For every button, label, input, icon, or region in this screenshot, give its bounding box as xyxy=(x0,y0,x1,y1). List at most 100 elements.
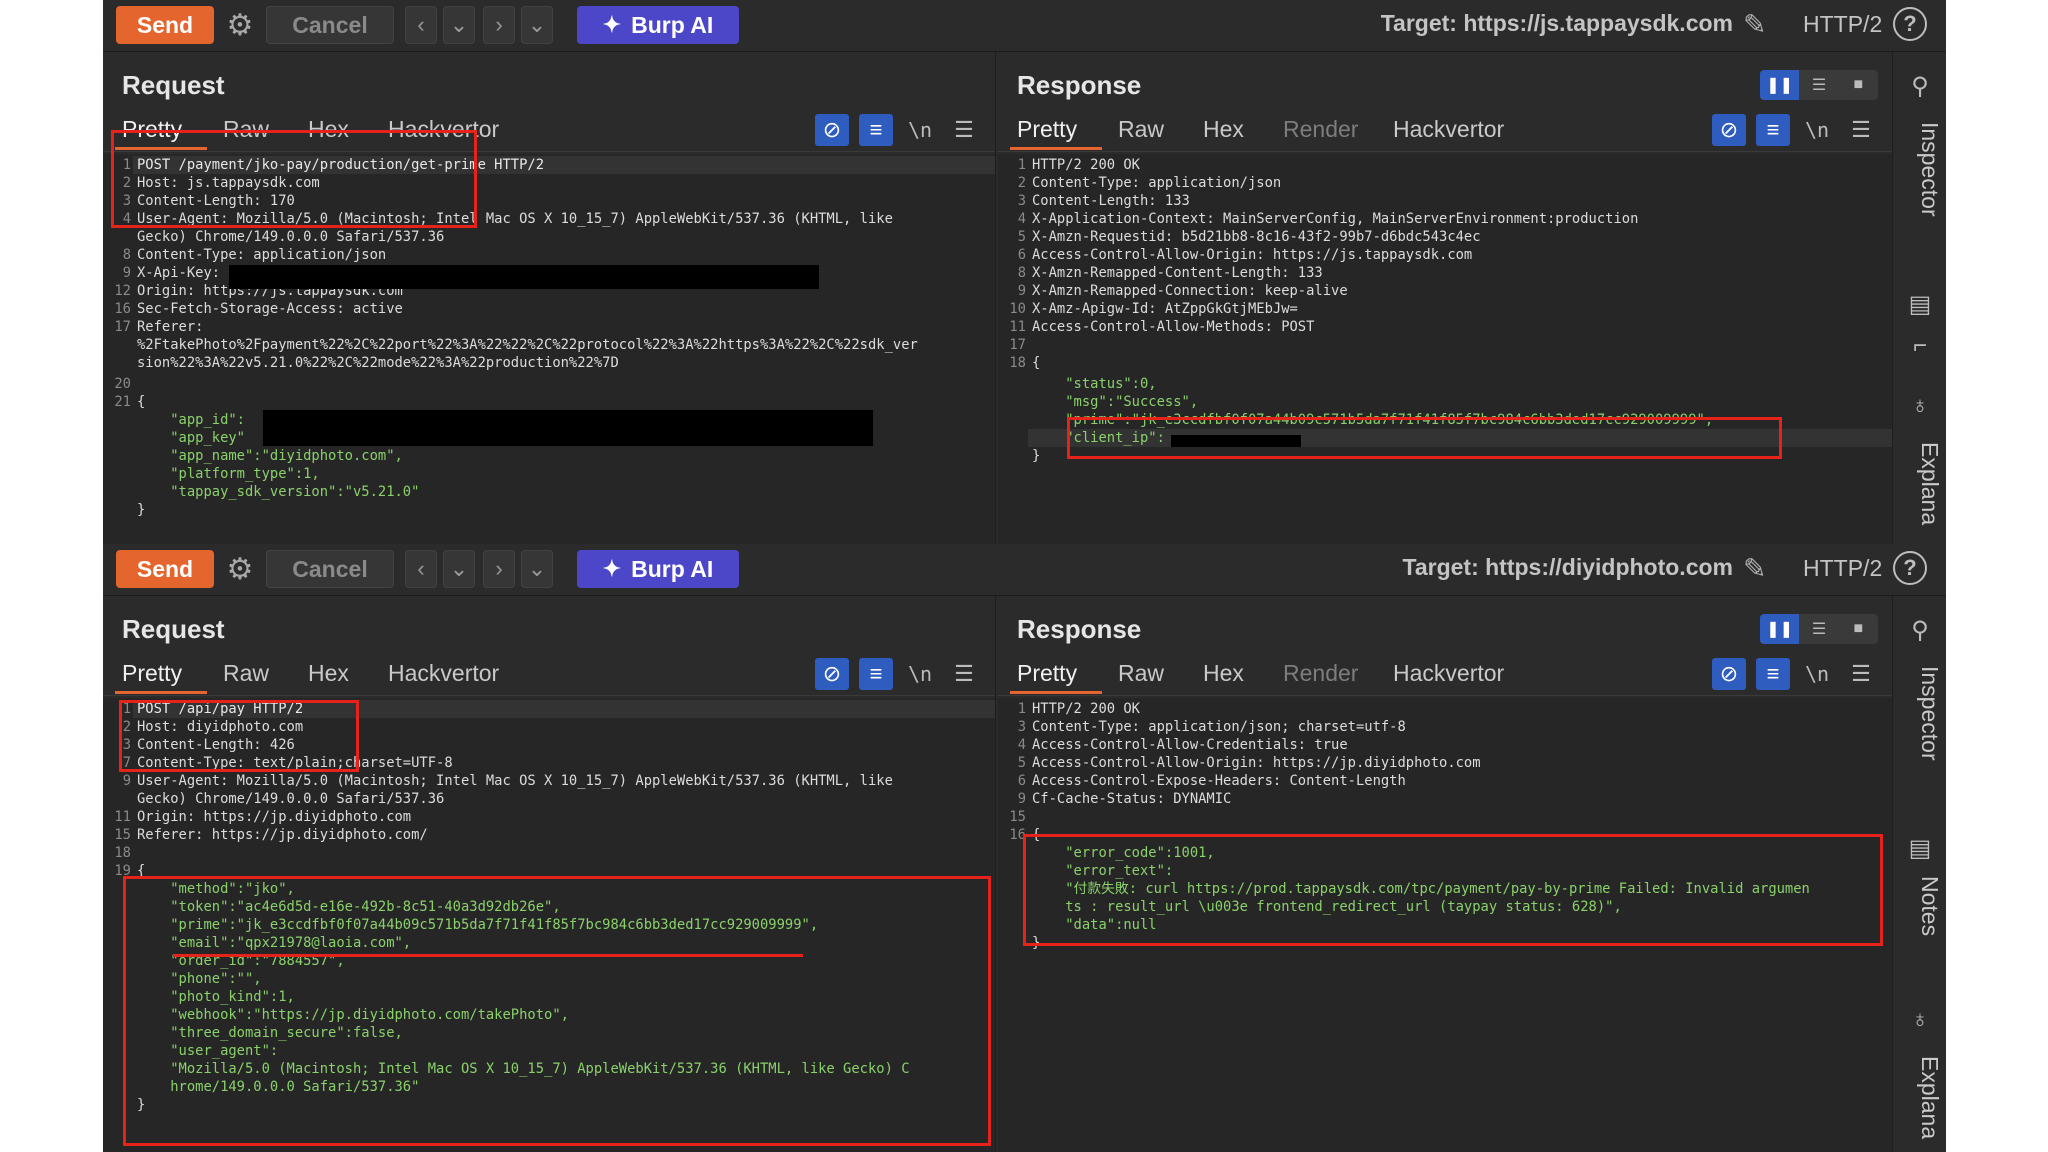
send-button[interactable]: Send xyxy=(116,6,214,44)
line-number: 8 xyxy=(122,247,131,263)
tab-hex[interactable]: Hex xyxy=(1203,116,1244,143)
explain-tab[interactable]: Explana xyxy=(1897,1056,1943,1152)
inspector-tab[interactable]: Inspector xyxy=(1897,666,1943,786)
hide-nonprint-icon[interactable]: ⊘ xyxy=(1712,658,1746,690)
pencil-icon[interactable]: ✎ xyxy=(1743,8,1777,42)
tab-raw[interactable]: Raw xyxy=(1118,116,1164,143)
lightbulb-icon[interactable]: ♁ xyxy=(1905,392,1935,422)
tab-hex[interactable]: Hex xyxy=(1203,660,1244,687)
highlight-box xyxy=(111,130,477,228)
split-rows-icon[interactable]: ☰ xyxy=(1799,70,1839,100)
newline-icon[interactable]: \n xyxy=(1800,658,1834,690)
hide-nonprint-icon[interactable]: ⊘ xyxy=(1712,114,1746,146)
help-icon[interactable]: ? xyxy=(1893,7,1927,41)
gear-icon[interactable]: ⚙ xyxy=(221,6,259,44)
burp-ai-label: Burp AI xyxy=(631,555,714,582)
notes-tab-truncated[interactable]: ⌐ xyxy=(1905,332,1935,362)
tab-raw[interactable]: Raw xyxy=(223,660,269,687)
menu-icon[interactable]: ☰ xyxy=(1844,114,1878,146)
tab-pretty[interactable]: Pretty xyxy=(122,660,182,687)
cancel-button[interactable]: Cancel xyxy=(266,6,394,44)
tab-hackvertor[interactable]: Hackvertor xyxy=(1393,116,1504,143)
back-arrow-icon[interactable]: ‹ xyxy=(405,6,437,44)
inspector-icon[interactable]: ⚲ xyxy=(1905,616,1935,646)
http-version-label[interactable]: HTTP/2 xyxy=(1803,555,1882,582)
highlight-box xyxy=(1023,834,1883,946)
active-tab-indicator xyxy=(115,691,207,694)
line-number: 6 xyxy=(1017,773,1026,789)
line-text: } xyxy=(137,502,146,518)
newline-icon[interactable]: \n xyxy=(1800,114,1834,146)
tab-hex[interactable]: Hex xyxy=(308,660,349,687)
tab-raw[interactable]: Raw xyxy=(1118,660,1164,687)
line-text: Content-Type: application/json; charset=… xyxy=(1032,719,1406,735)
word-wrap-icon[interactable]: ≡ xyxy=(1756,114,1790,146)
lightbulb-icon[interactable]: ♁ xyxy=(1905,1006,1935,1036)
notes-icon[interactable]: ▤ xyxy=(1905,290,1935,320)
burp-repeater-window: Send ⚙ Cancel ‹ ⌄ › ⌄ ✦ Burp AI Target: h… xyxy=(103,0,1946,1152)
target-label[interactable]: Target: https://diyidphoto.com xyxy=(1333,554,1734,581)
line-number: 9 xyxy=(122,773,131,789)
hide-nonprint-icon[interactable]: ⊘ xyxy=(815,658,849,690)
highlight-box xyxy=(119,700,359,772)
tab-hackvertor[interactable]: Hackvertor xyxy=(388,660,499,687)
repeater-toolbar: Send ⚙ Cancel ‹ ⌄ › ⌄ ✦ Burp AI Target: h… xyxy=(103,544,1946,596)
response-tabs: Pretty Raw Hex Render Hackvertor ⊘ ≡ \n … xyxy=(998,112,1892,152)
notes-icon[interactable]: ▤ xyxy=(1905,834,1935,864)
line-number: 5 xyxy=(1017,755,1026,771)
forward-arrow-icon[interactable]: › xyxy=(483,6,515,44)
inspector-icon[interactable]: ⚲ xyxy=(1905,72,1935,102)
line-number: 1 xyxy=(1017,701,1026,717)
line-text: Sec-Fetch-Storage-Access: active xyxy=(137,301,403,317)
forward-arrow-icon[interactable]: › xyxy=(483,550,515,588)
chevron-down-icon[interactable]: ⌄ xyxy=(521,550,553,588)
word-wrap-icon[interactable]: ≡ xyxy=(859,658,893,690)
single-view-icon[interactable]: ■ xyxy=(1838,614,1878,644)
line-number: 8 xyxy=(1017,265,1026,281)
http-version-label[interactable]: HTTP/2 xyxy=(1803,11,1882,38)
response-editor[interactable]: 1 HTTP/2 200 OK 2 Content-Type: applicatio… xyxy=(998,154,1892,544)
split-columns-icon[interactable]: ❚❚ xyxy=(1760,70,1800,100)
inspector-tab[interactable]: Inspector xyxy=(1897,122,1943,242)
hide-nonprint-icon[interactable]: ⊘ xyxy=(815,114,849,146)
line-number: 9 xyxy=(1017,791,1026,807)
tab-render[interactable]: Render xyxy=(1283,660,1358,687)
single-view-icon[interactable]: ■ xyxy=(1838,70,1878,100)
gear-icon[interactable]: ⚙ xyxy=(221,550,259,588)
redaction-bar xyxy=(229,265,819,289)
request-panel: Request Pretty Raw Hex Hackvertor ⊘ ≡ \n… xyxy=(103,52,996,544)
back-arrow-icon[interactable]: ‹ xyxy=(405,550,437,588)
pencil-icon[interactable]: ✎ xyxy=(1743,552,1777,586)
burp-ai-button[interactable]: ✦ Burp AI xyxy=(577,6,739,44)
split-rows-icon[interactable]: ☰ xyxy=(1799,614,1839,644)
target-label[interactable]: Target: https://js.tappaysdk.com xyxy=(1333,10,1733,37)
line-number: 6 xyxy=(1017,247,1026,263)
menu-icon[interactable]: ☰ xyxy=(947,658,981,690)
line-text: } xyxy=(1032,448,1041,464)
burp-ai-button[interactable]: ✦ Burp AI xyxy=(577,550,739,588)
line-text: Access-Control-Allow-Origin: https://jp.… xyxy=(1032,755,1481,771)
word-wrap-icon[interactable]: ≡ xyxy=(859,114,893,146)
chevron-down-icon[interactable]: ⌄ xyxy=(443,6,475,44)
menu-icon[interactable]: ☰ xyxy=(947,114,981,146)
line-text: { xyxy=(137,394,146,410)
menu-icon[interactable]: ☰ xyxy=(1844,658,1878,690)
help-icon[interactable]: ? xyxy=(1893,551,1927,585)
tab-pretty[interactable]: Pretty xyxy=(1017,660,1077,687)
send-button[interactable]: Send xyxy=(116,550,214,588)
explain-tab[interactable]: Explana xyxy=(1897,442,1943,552)
chevron-down-icon[interactable]: ⌄ xyxy=(521,6,553,44)
chevron-down-icon[interactable]: ⌄ xyxy=(443,550,475,588)
tab-render[interactable]: Render xyxy=(1283,116,1358,143)
newline-icon[interactable]: \n xyxy=(903,114,937,146)
notes-tab[interactable]: Notes xyxy=(1897,876,1943,966)
response-panel: Response ❚❚ ☰ ■ Pretty Raw Hex Render Ha… xyxy=(998,52,1892,544)
word-wrap-icon[interactable]: ≡ xyxy=(1756,658,1790,690)
cancel-button[interactable]: Cancel xyxy=(266,550,394,588)
line-text: { xyxy=(1032,355,1041,371)
newline-icon[interactable]: \n xyxy=(903,658,937,690)
split-columns-icon[interactable]: ❚❚ xyxy=(1760,614,1800,644)
tab-pretty[interactable]: Pretty xyxy=(1017,116,1077,143)
sparkle-icon: ✦ xyxy=(602,12,622,37)
tab-hackvertor[interactable]: Hackvertor xyxy=(1393,660,1504,687)
